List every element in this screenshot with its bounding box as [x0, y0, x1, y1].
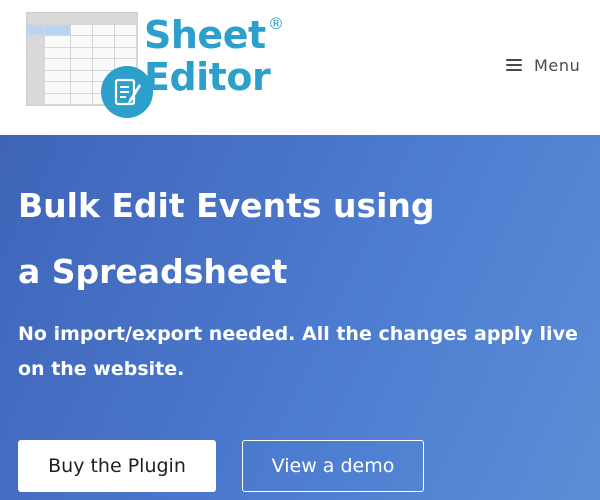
site-header: Sheet Editor ® Menu [0, 0, 600, 135]
logo-wordmark: Sheet Editor [144, 13, 271, 99]
view-demo-button[interactable]: View a demo [242, 440, 424, 492]
hero-title: Bulk Edit Events using a Spreadsheet [18, 186, 435, 291]
menu-label: Menu [534, 55, 581, 75]
buy-plugin-button[interactable]: Buy the Plugin [18, 440, 216, 492]
hero-subtitle: No import/export needed. All the changes… [18, 323, 578, 380]
logo-line-2: Editor [144, 55, 271, 99]
site-logo[interactable]: Sheet Editor ® [26, 10, 306, 118]
menu-button[interactable]: Menu [506, 54, 580, 76]
logo-line-1: Sheet [144, 13, 266, 57]
registered-mark: ® [268, 14, 284, 33]
hamburger-icon [506, 59, 522, 71]
hero-section: Bulk Edit Events using a Spreadsheet No … [0, 135, 600, 500]
